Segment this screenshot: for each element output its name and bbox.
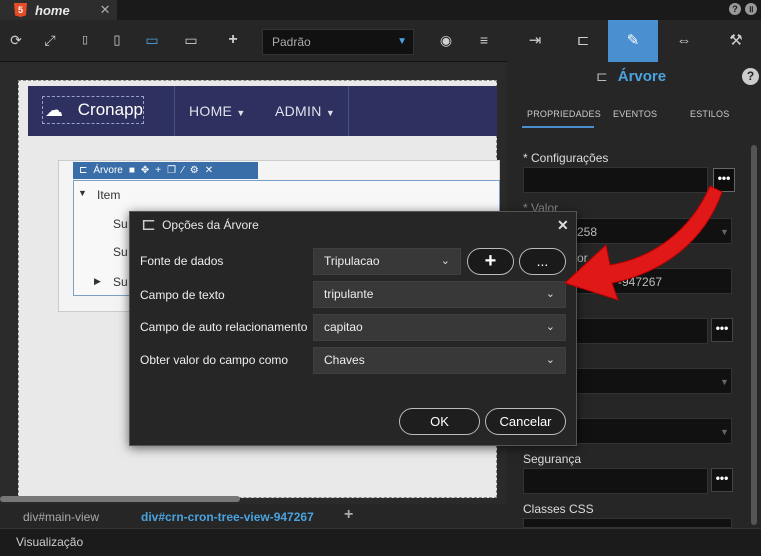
eye-slash-icon[interactable]: ◉ [436,30,456,50]
pause-icon[interactable]: ॥ [745,3,757,15]
brand-name: Cronapp [77,100,143,119]
tree-item[interactable]: Su [113,245,128,259]
tree-structure-icon[interactable]: ⊏ [558,20,608,62]
help-icon[interactable]: ? [729,3,741,15]
brand-logo[interactable]: ☁ Cronapp [42,96,144,124]
id-label: or [577,251,588,265]
ide-window: 5 home ✕ ? ॥ ⟳ ⤢ ▯ ▯ ▭ ▭ + Padrão ▼ ◉ ≡ … [0,0,761,556]
obter-valor-select[interactable]: Chaves ⌄ [313,347,566,374]
tree-icon: ⊏ [141,214,157,234]
classes-css-field[interactable] [523,518,732,528]
active-tab-indicator [522,126,594,128]
component-name: Árvore [93,165,123,176]
datasource-more-button[interactable]: ... [519,248,566,275]
move-icon[interactable]: ✥ [141,165,149,176]
obter-valor-label: Obter valor do campo como [140,353,289,367]
help-icon[interactable]: ? [742,68,759,85]
config-more-button[interactable]: ••• [713,168,735,192]
dialog-title: Opções da Árvore [162,217,259,232]
config-field[interactable] [523,167,708,193]
gear-icon[interactable]: ⚙ [190,165,199,176]
cloud-icon: ☁ [45,100,63,120]
close-icon[interactable]: ✕ [557,217,569,234]
chevron-down-icon: ⌄ [545,354,555,366]
add-icon[interactable]: + [223,30,243,50]
nav-admin[interactable]: ADMIN ▼ [275,103,335,119]
tree-icon: ⊏ [596,68,608,84]
laptop-icon[interactable]: ▭ [142,30,162,50]
ok-button[interactable]: OK [399,408,480,435]
id-value: -947267 [618,275,663,289]
panel-title: ⊏ Árvore [596,68,667,85]
pencil-icon[interactable]: ✎ [608,20,658,62]
fonte-de-dados-select[interactable]: Tripulacao ⌄ [313,248,461,275]
status-bar: Visualização [0,528,761,556]
tree-icon: ⊏ [79,165,88,176]
panel-scrollbar[interactable] [751,145,757,525]
caret-down-icon: ▼ [720,377,729,387]
component-toolbar[interactable]: ⊏ Árvore ■ ✥ + ❐ ⁄ ⚙ ✕ [73,162,258,179]
path-tab-main-view[interactable]: div#main-view [23,510,99,524]
seguranca-more-button[interactable]: ••• [711,468,733,492]
add-icon[interactable]: + [344,506,353,524]
add-icon[interactable]: + [155,165,161,176]
valor-value: 258 [577,225,598,239]
more-button[interactable]: ••• [711,318,733,342]
chevron-down-icon: ⌄ [440,255,450,267]
refresh-icon[interactable]: ⟳ [6,30,26,50]
tree-item[interactable]: Su [113,217,128,231]
wand-icon[interactable]: ⁄ [182,165,184,176]
campo-de-texto-select[interactable]: tripulante ⌄ [313,281,566,308]
tab-estilos[interactable]: ESTILOS [690,109,729,119]
desktop-icon[interactable]: ▭ [181,30,201,50]
caret-down-icon: ▼ [720,227,729,237]
tab-home[interactable]: 5 home ✕ [0,0,117,20]
tree-item[interactable]: Item [97,188,120,202]
lock-icon[interactable]: ■ [129,165,135,176]
swap-icon[interactable]: ⇔ [659,20,709,62]
tree-item[interactable]: Su [113,275,128,289]
database-icon[interactable]: ≡ [474,30,494,50]
auto-relacionamento-select[interactable]: capitao ⌄ [313,314,566,341]
nav-home[interactable]: HOME ▼ [189,103,246,119]
device-select[interactable]: Padrão ▼ [262,29,414,55]
window-controls: ? ॥ [729,3,757,15]
seguranca-label: Segurança [523,452,582,466]
auto-relacionamento-label: Campo de auto relacionamento [140,320,308,334]
seguranca-field[interactable] [523,468,708,494]
tab-propriedades[interactable]: PROPRIEDADES [527,109,601,119]
tablet-icon[interactable]: ▯ [107,30,127,50]
cancel-button[interactable]: Cancelar [485,408,566,435]
add-datasource-button[interactable]: + [467,248,514,275]
config-label: * Configurações [523,151,609,165]
tools-icon[interactable]: ⚒ [711,20,761,62]
expand-caret-icon[interactable]: ▶ [94,276,101,287]
close-icon[interactable]: ✕ [100,2,111,18]
tab-title: home [35,2,70,18]
tab-eventos[interactable]: EVENTOS [613,109,657,119]
caret-down-icon: ▼ [720,427,729,437]
phone-icon[interactable]: ▯ [75,30,95,50]
close-icon[interactable]: ✕ [205,165,213,176]
html5-icon: 5 [14,3,27,17]
import-icon[interactable]: ⇥ [510,20,560,62]
classes-css-label: Classes CSS [523,502,594,516]
path-tab-tree-view[interactable]: div#crn-cron-tree-view-947267 [141,510,314,524]
fonte-de-dados-label: Fonte de dados [140,254,224,268]
caret-down-icon: ▼ [397,36,407,47]
horizontal-scrollbar[interactable] [0,496,240,502]
collapse-caret-icon[interactable]: ▼ [78,188,87,198]
dialog-header: ⊏ Opções da Árvore [141,214,259,235]
chevron-down-icon: ⌄ [545,321,555,333]
campo-de-texto-label: Campo de texto [140,288,225,302]
device-select-value: Padrão [272,35,311,49]
nav-divider [174,86,175,136]
copy-icon[interactable]: ❐ [167,165,176,176]
visualization-label[interactable]: Visualização [16,535,83,549]
nav-divider [348,86,349,136]
expand-icon[interactable]: ⤢ [40,30,60,50]
chevron-down-icon: ⌄ [545,288,555,300]
